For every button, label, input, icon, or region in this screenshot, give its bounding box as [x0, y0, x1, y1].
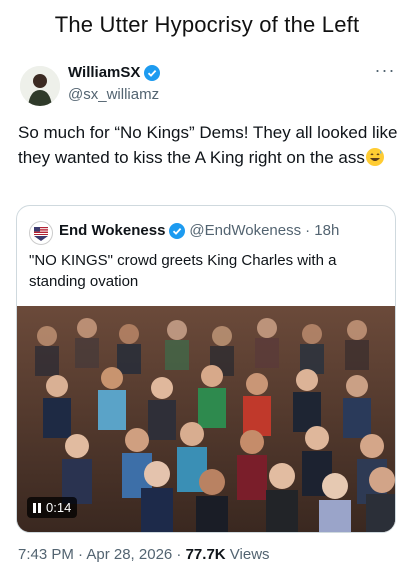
quoted-author-handle[interactable]: @EndWokeness — [189, 222, 301, 239]
author-avatar[interactable] — [20, 66, 60, 106]
grinning-sweat-emoji-icon — [365, 148, 384, 166]
verified-badge-icon — [144, 64, 161, 81]
video-player[interactable]: 0:14 — [17, 306, 395, 532]
quoted-tweet[interactable]: End Wokeness @EndWokeness · 18h "NO KING… — [16, 205, 396, 533]
tweet-text: So much for “No Kings” Dems! They all lo… — [18, 120, 398, 170]
timestamp[interactable]: 7:43 PM · Apr 28, 2026 · — [18, 546, 186, 563]
quoted-text: "NO KINGS" crowd greets King Charles wit… — [29, 252, 337, 290]
video-duration-text: 0:14 — [46, 500, 72, 515]
verified-badge-icon — [169, 222, 186, 239]
quoted-header: End Wokeness @EndWokeness · 18h — [59, 222, 339, 239]
video-duration[interactable]: 0:14 — [27, 497, 78, 518]
tweet-body: So much for “No Kings” Dems! They all lo… — [18, 123, 398, 167]
headline: The Utter Hypocrisy of the Left — [54, 12, 360, 37]
more-options-icon[interactable]: ··· — [372, 60, 398, 80]
quoted-age: · 18h — [305, 222, 340, 239]
author-name[interactable]: WilliamSX — [68, 64, 140, 81]
quoted-author-name[interactable]: End Wokeness — [59, 222, 165, 239]
tweet-meta: 7:43 PM · Apr 28, 2026 · 77.7K Views — [18, 546, 270, 563]
views-count: 77.7K — [185, 546, 226, 563]
quoted-author-avatar — [29, 221, 53, 245]
pause-icon[interactable] — [33, 502, 41, 513]
author-name-row[interactable]: WilliamSX — [68, 64, 161, 81]
views-label: Views — [225, 546, 270, 563]
author-handle[interactable]: @sx_williamz — [68, 86, 159, 103]
